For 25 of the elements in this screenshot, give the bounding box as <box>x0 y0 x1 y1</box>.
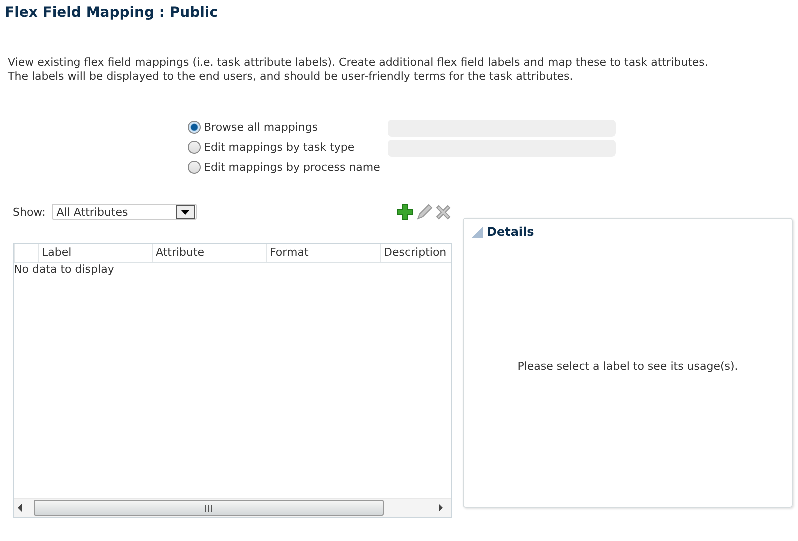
details-message: Please select a label to see its usage(s). <box>518 360 738 372</box>
radio-button[interactable] <box>188 121 201 134</box>
radio-label[interactable]: Edit mappings by process name <box>204 161 380 174</box>
show-dropdown[interactable]: All Attributes <box>52 204 197 220</box>
column-header[interactable]: Attribute <box>152 244 266 262</box>
description-text: View existing flex field mappings (i.e. task attribute labels). Create additional flex field labels and map these to task attributes. <box>8 56 710 70</box>
column-header[interactable]: Description <box>380 244 451 262</box>
radio-button[interactable] <box>188 141 201 154</box>
show-label: Show: <box>13 206 46 218</box>
empty-message: No data to display <box>14 263 114 276</box>
radio-button[interactable] <box>188 161 201 174</box>
column-header[interactable]: Label <box>38 244 152 262</box>
scroll-thumb[interactable] <box>34 500 384 516</box>
edit-icon[interactable] <box>416 204 433 220</box>
column-header[interactable]: Format <box>266 244 380 262</box>
caret-icon <box>176 205 195 219</box>
add-icon[interactable] <box>397 204 414 220</box>
radio-label[interactable]: Edit mappings by task type <box>204 141 355 154</box>
page-title: Flex Field Mapping : Public <box>5 5 220 23</box>
delete-icon[interactable] <box>435 204 452 220</box>
horizontal-scrollbar[interactable] <box>14 498 451 517</box>
radio-label[interactable]: Browse all mappings <box>204 121 318 134</box>
panel-title: Details <box>487 225 534 239</box>
collapse-icon[interactable] <box>472 226 483 238</box>
description-text: The labels will be displayed to the end users, and should be user-friendly terms for the task attributes. <box>8 70 574 84</box>
